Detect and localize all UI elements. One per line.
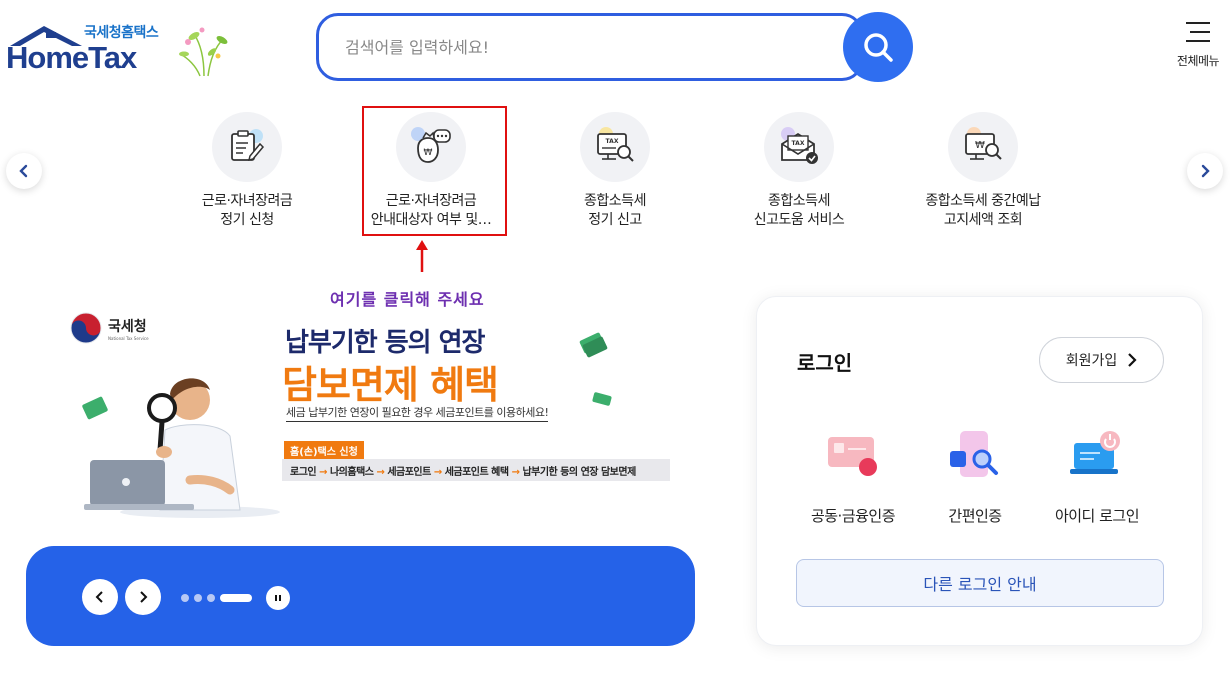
login-card: 로그인 회원가입 공동·금융인증 간편인증 아이디 로그인 다른 로그인 안내 xyxy=(756,296,1203,646)
banner-path-step: 로그인 xyxy=(290,467,317,478)
hometax-main-page: 국세청홈택스 HomeTax 전체메뉴 xyxy=(0,0,1231,696)
shortcut-label: 근로·자녀장려금 정기 신청 xyxy=(162,192,332,230)
banner-slider-bar xyxy=(26,546,695,646)
nts-logo: 국세청 National Tax Service xyxy=(70,312,149,344)
shortcut-next-button[interactable] xyxy=(1187,153,1223,189)
slide-dot-active[interactable] xyxy=(220,594,252,602)
login-option-icon xyxy=(1064,425,1130,485)
shortcut-earned-income-credit-apply[interactable]: 근로·자녀장려금 정기 신청 xyxy=(162,112,332,230)
shortcut-label-line2: 신고도움 서비스 xyxy=(753,212,845,228)
money-stack-small-icon xyxy=(592,392,612,406)
login-option-label: 간편인증 xyxy=(948,507,1002,525)
banner-path-step: 납부기한 등의 연장 담보면제 xyxy=(522,467,636,478)
banner-path-step: 세금포인트 xyxy=(387,467,431,478)
login-option-label: 공동·금융인증 xyxy=(810,507,896,525)
agency-name: 국세청 xyxy=(108,318,147,335)
signup-label: 회원가입 xyxy=(1065,353,1118,369)
shortcut-interim-prepayment-inquiry[interactable]: ₩ 종합소득세 중간예납 고지세액 조회 xyxy=(898,112,1068,230)
search-button[interactable] xyxy=(843,12,913,82)
plant-decoration-icon xyxy=(179,27,228,77)
shortcut-label-line2: 정기 신고 xyxy=(588,212,642,228)
login-option-icon xyxy=(820,425,886,485)
chevron-right-icon xyxy=(1201,164,1210,178)
man-with-magnifier-illustration xyxy=(82,378,280,518)
banner-pause-button[interactable] xyxy=(266,586,290,610)
pause-icon xyxy=(275,595,281,601)
shortcut-label-line1: 종합소득세 xyxy=(584,193,646,209)
shortcut-income-tax-return[interactable]: TAX 종합소득세 정기 신고 xyxy=(530,112,700,230)
shortcut-label: 종합소득세 중간예납 고지세액 조회 xyxy=(898,192,1068,230)
tax-envelope-check-icon: TAX xyxy=(781,127,818,164)
logo-subtitle: 국세청홈택스 xyxy=(84,25,159,41)
slide-indicator xyxy=(181,594,252,602)
chevron-right-icon xyxy=(1128,353,1137,367)
shortcut-icon-circle: TAX xyxy=(764,112,834,182)
won-monitor-search-icon: ₩ xyxy=(965,127,1002,160)
shortcut-income-tax-help-service[interactable]: TAX 종합소득세 신고도움 서비스 xyxy=(714,112,884,230)
logo-title: HomeTax xyxy=(6,40,137,75)
shortcut-label-line1: 근로·자녀장려금 xyxy=(201,193,293,209)
banner-path-step: 나의홈택스 xyxy=(329,467,374,478)
shortcut-label: 종합소득세 신고도움 서비스 xyxy=(714,192,884,230)
chevron-left-icon xyxy=(19,164,28,178)
other-login-guide-button[interactable]: 다른 로그인 안내 xyxy=(796,559,1164,607)
slide-dot[interactable] xyxy=(194,594,202,602)
arrow-right-icon: → xyxy=(433,467,445,478)
search-input[interactable] xyxy=(345,16,825,78)
login-title: 로그인 xyxy=(797,351,853,375)
certificate-login-button[interactable]: 공동·금융인증 xyxy=(793,425,913,526)
promo-banner[interactable]: 국세청 National Tax Service 납부기한 등의 연장 담보면제… xyxy=(60,300,700,530)
highlight-box xyxy=(362,106,507,236)
svg-text:₩: ₩ xyxy=(975,140,985,151)
shortcut-prev-button[interactable] xyxy=(6,153,42,189)
shortcut-icon-circle xyxy=(212,112,282,182)
taegeuk-emblem-icon xyxy=(70,312,102,344)
money-stack-icon xyxy=(579,332,608,358)
banner-next-button[interactable] xyxy=(125,579,161,615)
banner-path: 로그인 → 나의홈택스 → 세금포인트 → 세금포인트 혜택 → 납부기한 등의… xyxy=(282,459,670,481)
login-option-icon xyxy=(942,425,1008,485)
banner-description: 세금 납부기한 연장이 필요한 경우 세금포인트를 이용하세요! xyxy=(286,404,549,422)
shortcut-label: 종합소득세 정기 신고 xyxy=(530,192,700,230)
svg-text:TAX: TAX xyxy=(792,140,805,147)
signup-button[interactable]: 회원가입 xyxy=(1039,337,1164,383)
agency-name-en: National Tax Service xyxy=(108,335,149,341)
banner-tag: 홈(손)택스 신청 xyxy=(284,441,364,460)
chevron-right-icon xyxy=(140,591,148,603)
arrow-up-icon xyxy=(416,240,428,272)
chevron-left-icon xyxy=(95,591,103,603)
banner-path-step: 세금포인트 혜택 xyxy=(444,467,509,478)
shortcut-label-line2: 정기 신청 xyxy=(220,212,274,228)
login-option-label: 아이디 로그인 xyxy=(1054,507,1140,525)
shortcut-label-line2: 고지세액 조회 xyxy=(943,212,1023,228)
arrow-right-icon: → xyxy=(376,467,388,478)
tax-monitor-search-icon: TAX xyxy=(597,127,634,162)
id-login-button[interactable]: 아이디 로그인 xyxy=(1037,425,1157,526)
all-menu-button[interactable]: 전체메뉴 xyxy=(1168,20,1228,69)
document-pen-icon xyxy=(231,129,265,162)
shortcut-label-line1: 종합소득세 xyxy=(768,193,830,209)
all-menu-label: 전체메뉴 xyxy=(1176,54,1220,68)
slide-dot[interactable] xyxy=(207,594,215,602)
hometax-logo[interactable]: 국세청홈택스 HomeTax xyxy=(6,18,236,80)
simple-auth-login-button[interactable]: 간편인증 xyxy=(915,425,1035,526)
search-icon xyxy=(864,33,893,62)
search-box xyxy=(316,13,864,81)
shortcut-label-line1: 종합소득세 중간예납 xyxy=(925,193,1041,209)
certificate-card-icon xyxy=(828,437,877,476)
banner-prev-button[interactable] xyxy=(82,579,118,615)
svg-text:TAX: TAX xyxy=(606,138,619,145)
slide-dot[interactable] xyxy=(181,594,189,602)
arrow-right-icon: → xyxy=(511,467,523,478)
shortcut-icon-circle: ₩ xyxy=(948,112,1018,182)
phone-search-icon xyxy=(950,431,998,477)
hamburger-icon xyxy=(1186,22,1210,42)
arrow-right-icon: → xyxy=(319,467,330,478)
shortcut-icon-circle: TAX xyxy=(580,112,650,182)
laptop-power-icon xyxy=(1070,431,1120,474)
banner-title-line2: 담보면제 혜택 xyxy=(282,363,499,407)
